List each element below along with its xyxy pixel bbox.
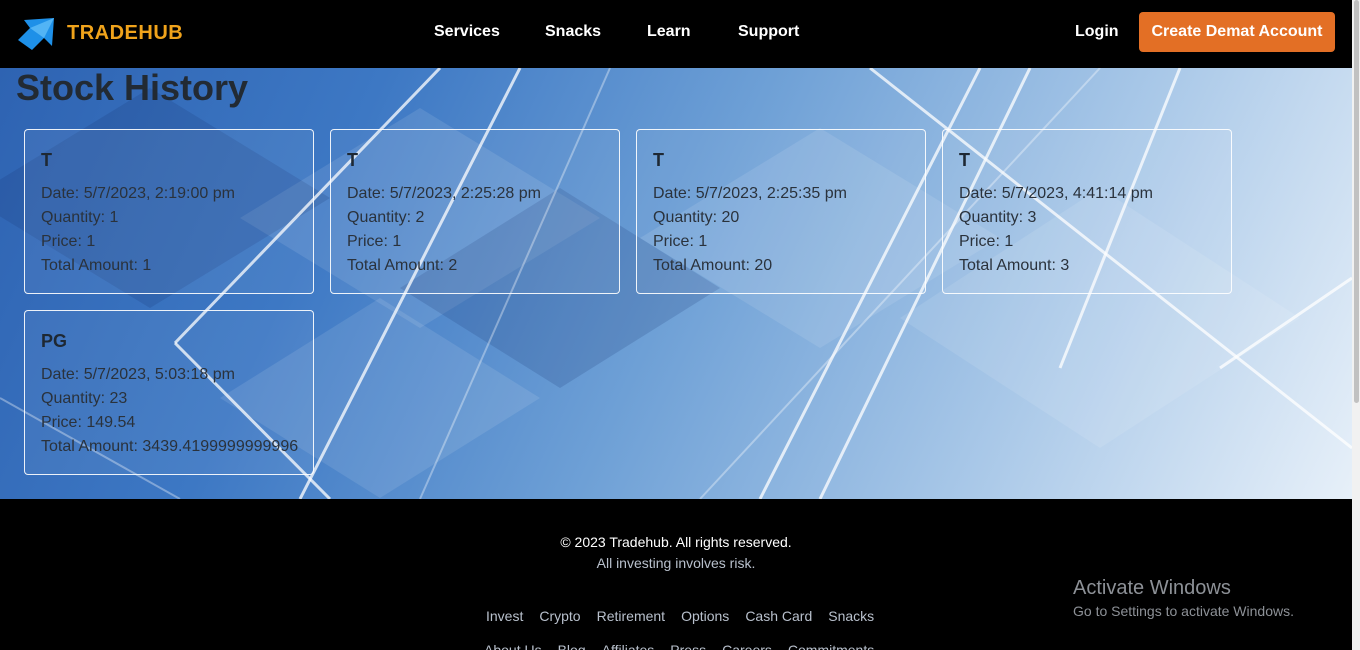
logo[interactable]: TRADEHUB — [16, 14, 183, 52]
activate-windows-watermark: Activate Windows Go to Settings to activ… — [1073, 577, 1294, 619]
nav-services[interactable]: Services — [434, 23, 500, 41]
footer-link-careers[interactable]: Careers — [722, 642, 772, 650]
footer-link-invest[interactable]: Invest — [486, 608, 523, 624]
footer-links-secondary: About Us Blog Affiliates Press Careers C… — [484, 642, 874, 650]
stock-date: Date: 5/7/2023, 2:25:28 pm — [347, 185, 541, 202]
stock-quantity: Quantity: 2 — [347, 209, 425, 226]
stock-price: Price: 1 — [347, 233, 402, 250]
stock-price: Price: 1 — [959, 233, 1014, 250]
stock-date: Date: 5/7/2023, 4:41:14 pm — [959, 185, 1153, 202]
stock-quantity: Quantity: 23 — [41, 390, 128, 407]
stock-history-section: Stock History T Date: 5/7/2023, 2:19:00 … — [0, 68, 1352, 499]
create-demat-account-button[interactable]: Create Demat Account — [1139, 12, 1335, 52]
watermark-subtitle: Go to Settings to activate Windows. — [1073, 603, 1294, 619]
stock-quantity: Quantity: 3 — [959, 209, 1037, 226]
top-navbar: TRADEHUB Services Snacks Learn Support L… — [0, 0, 1352, 68]
footer-link-cash-card[interactable]: Cash Card — [745, 608, 812, 624]
login-link[interactable]: Login — [1075, 23, 1119, 41]
footer: © 2023 Tradehub. All rights reserved. Al… — [0, 499, 1352, 650]
stock-price: Price: 1 — [41, 233, 96, 250]
stock-total: Total Amount: 20 — [653, 257, 773, 274]
stock-date: Date: 5/7/2023, 2:19:00 pm — [41, 185, 235, 202]
stock-quantity: Quantity: 20 — [653, 209, 740, 226]
watermark-title: Activate Windows — [1073, 577, 1231, 599]
copyright-text: © 2023 Tradehub. All rights reserved. — [560, 534, 792, 550]
stock-card: T Date: 5/7/2023, 4:41:14 pm Quantity: 3… — [942, 129, 1232, 294]
stock-symbol: T — [959, 150, 970, 170]
stock-total: Total Amount: 3439.4199999999996 — [41, 438, 299, 455]
nav-learn[interactable]: Learn — [647, 23, 691, 41]
brand-name: TRADEHUB — [67, 21, 184, 44]
stock-symbol: T — [347, 150, 358, 170]
stock-total: Total Amount: 2 — [347, 257, 458, 274]
footer-link-crypto[interactable]: Crypto — [539, 608, 580, 624]
footer-link-retirement[interactable]: Retirement — [597, 608, 665, 624]
footer-link-about-us[interactable]: About Us — [484, 642, 542, 650]
stock-price: Price: 1 — [653, 233, 708, 250]
stock-card: T Date: 5/7/2023, 2:25:35 pm Quantity: 2… — [636, 129, 926, 294]
stock-card: T Date: 5/7/2023, 2:25:28 pm Quantity: 2… — [330, 129, 620, 294]
stock-date: Date: 5/7/2023, 2:25:35 pm — [653, 185, 847, 202]
stock-card: PG Date: 5/7/2023, 5:03:18 pm Quantity: … — [24, 310, 314, 475]
stock-price: Price: 149.54 — [41, 414, 136, 431]
footer-link-press[interactable]: Press — [670, 642, 706, 650]
nav-snacks[interactable]: Snacks — [545, 23, 601, 41]
page-title: Stock History — [16, 68, 249, 108]
arrow-logo-icon — [18, 18, 54, 50]
stock-card: T Date: 5/7/2023, 2:19:00 pm Quantity: 1… — [24, 129, 314, 294]
stock-quantity: Quantity: 1 — [41, 209, 119, 226]
footer-link-affiliates[interactable]: Affiliates — [602, 642, 655, 650]
footer-link-options[interactable]: Options — [681, 608, 729, 624]
stock-total: Total Amount: 1 — [41, 257, 152, 274]
footer-links: Invest Crypto Retirement Options Cash Ca… — [486, 608, 874, 624]
stock-symbol: T — [653, 150, 664, 170]
scrollbar-thumb[interactable] — [1354, 0, 1359, 403]
footer-link-blog[interactable]: Blog — [558, 642, 586, 650]
stock-total: Total Amount: 3 — [959, 257, 1070, 274]
stock-date: Date: 5/7/2023, 5:03:18 pm — [41, 366, 235, 383]
nav-support[interactable]: Support — [738, 23, 799, 41]
footer-link-snacks[interactable]: Snacks — [828, 608, 874, 624]
risk-disclaimer: All investing involves risk. — [596, 555, 756, 571]
stock-symbol: PG — [41, 331, 68, 351]
footer-link-commitments[interactable]: Commitments — [788, 642, 874, 650]
stock-symbol: T — [41, 150, 52, 170]
